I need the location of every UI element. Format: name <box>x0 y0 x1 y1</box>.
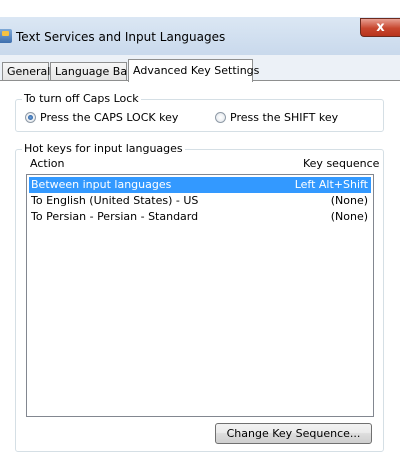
list-item[interactable]: To English (United States) - US (None) <box>29 193 371 209</box>
radio-unselected-icon <box>215 112 226 123</box>
tab-language-bar[interactable]: Language Bar <box>50 62 132 81</box>
radio-caps-lock-key[interactable]: Press the CAPS LOCK key <box>25 111 178 124</box>
caps-lock-legend: To turn off Caps Lock <box>22 92 141 105</box>
hotkeys-legend: Hot keys for input languages <box>22 142 185 155</box>
tab-general[interactable]: General <box>2 62 50 81</box>
radio-selected-icon <box>25 112 36 123</box>
list-item-sequence: (None) <box>330 194 368 207</box>
close-button[interactable]: x <box>360 18 400 37</box>
list-item[interactable]: To Persian - Persian - Standard (None) <box>29 209 371 225</box>
tab-advanced-key-settings[interactable]: Advanced Key Settings <box>128 59 259 82</box>
list-item[interactable]: Between input languages Left Alt+Shift <box>29 177 371 193</box>
radio-caps-lock-label: Press the CAPS LOCK key <box>40 111 179 124</box>
list-item-action: To English (United States) - US <box>31 194 199 207</box>
list-item-action: To Persian - Persian - Standard <box>31 210 199 223</box>
radio-shift-label: Press the SHIFT key <box>230 111 339 124</box>
window-title: Text Services and Input Languages <box>16 30 226 44</box>
hotkeys-list[interactable]: Between input languages Left Alt+Shift T… <box>26 174 374 417</box>
column-header-action: Action <box>30 157 65 170</box>
list-item-action: Between input languages <box>31 178 172 191</box>
list-item-sequence: (None) <box>330 210 368 223</box>
title-bar[interactable]: Text Services and Input Languages x <box>0 17 400 55</box>
keyboard-app-icon <box>0 29 12 43</box>
list-item-sequence: Left Alt+Shift <box>294 178 368 191</box>
change-key-sequence-button[interactable]: Change Key Sequence... <box>215 423 372 444</box>
radio-shift-key[interactable]: Press the SHIFT key <box>215 111 338 124</box>
tab-strip: General Language Bar Advanced Key Settin… <box>0 59 400 82</box>
column-header-key-sequence: Key sequence <box>303 157 380 170</box>
